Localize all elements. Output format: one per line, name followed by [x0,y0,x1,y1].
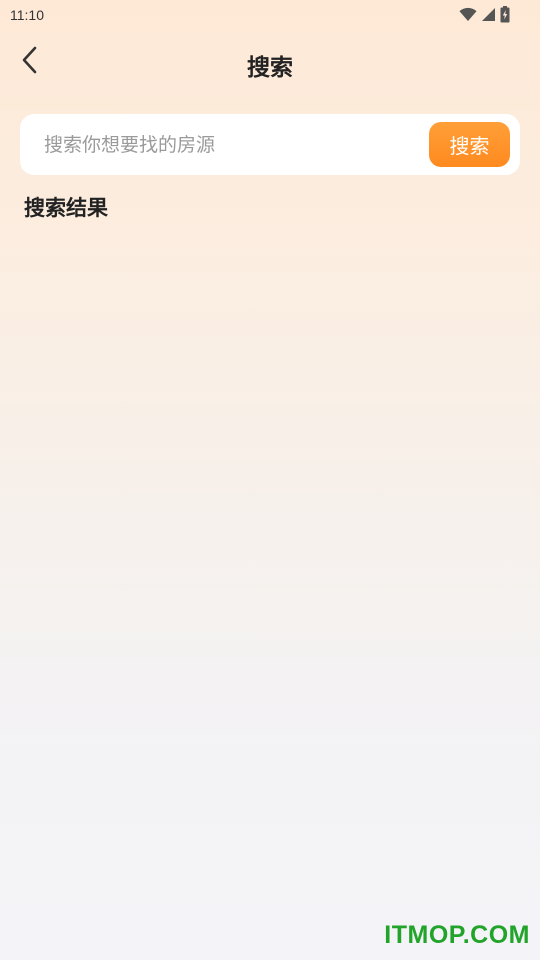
nav-bar: 搜索 [0,36,540,88]
status-icons [459,6,510,23]
watermark: ITMOP.COM [384,921,530,949]
page-title: 搜索 [247,55,293,81]
status-time: 11:10 [10,7,44,23]
wifi-icon [459,7,477,22]
battery-charging-icon [500,6,510,23]
search-button[interactable]: 搜索 [429,122,510,167]
search-input[interactable] [44,126,414,164]
status-bar: 11:10 [0,0,540,32]
signal-icon [481,7,496,22]
search-bar: 搜索 [20,114,520,175]
results-heading: 搜索结果 [24,196,108,220]
results-list [20,236,520,916]
